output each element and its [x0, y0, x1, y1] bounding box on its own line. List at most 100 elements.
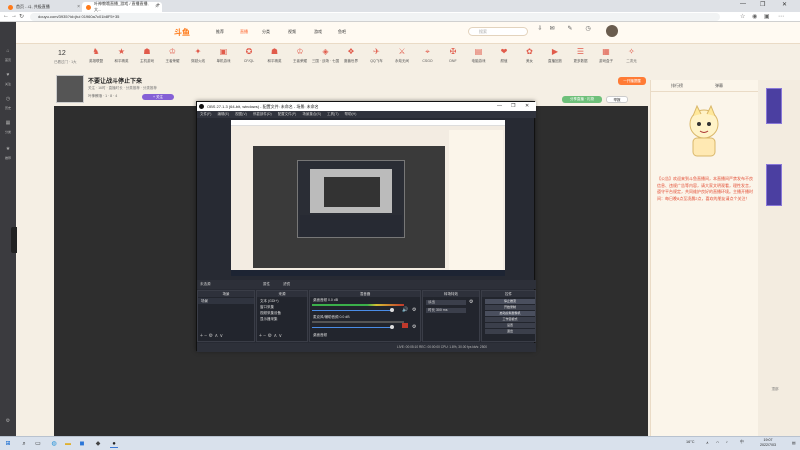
- properties-button[interactable]: 属性: [263, 280, 270, 289]
- obs-menu-item[interactable]: 配置文件(P): [278, 112, 297, 116]
- menu-icon[interactable]: ⋯: [778, 13, 784, 20]
- follow-icon[interactable]: ♥: [3, 72, 13, 82]
- history-icon[interactable]: ◷: [582, 25, 594, 35]
- stop-streaming-button[interactable]: 停止推流: [485, 299, 535, 304]
- volume-slider[interactable]: [312, 310, 392, 311]
- tray-up-icon[interactable]: ∧: [706, 440, 709, 445]
- obs-menu-item[interactable]: 帮助(H): [345, 112, 357, 116]
- obs-preview[interactable]: [231, 120, 505, 276]
- category-item[interactable]: ♔ 王者荣耀: [286, 47, 314, 64]
- collections-icon[interactable]: ▣: [764, 13, 770, 20]
- settings-button[interactable]: 设置: [485, 323, 535, 328]
- scene-item[interactable]: 场景: [201, 299, 208, 304]
- category-item[interactable]: ☗ 和平精英: [261, 47, 289, 64]
- store-icon[interactable]: ◼: [78, 440, 86, 448]
- volume-slider-knob[interactable]: [390, 308, 394, 312]
- mixer-gear-icon[interactable]: ⚙: [412, 307, 416, 313]
- douyu-logo[interactable]: 斗鱼: [174, 27, 190, 38]
- category-item[interactable]: ❖ 魔兽世界: [337, 47, 365, 64]
- obs-menu-item[interactable]: 场景集合(S): [302, 112, 321, 116]
- remind-button[interactable]: 一开播提醒: [618, 77, 646, 85]
- settings-icon[interactable]: ⚙: [3, 418, 13, 428]
- profile-icon[interactable]: ◉: [752, 13, 757, 20]
- network-icon[interactable]: ◠: [716, 440, 719, 445]
- category-item[interactable]: ✧ 二次元: [618, 47, 646, 64]
- source-item[interactable]: 视频采集设备: [260, 311, 281, 316]
- taskbar-clock[interactable]: 19:07 2022/7/03: [760, 438, 776, 448]
- nav-recommend[interactable]: 直播: [240, 29, 248, 35]
- history-icon[interactable]: ◷: [3, 96, 13, 106]
- collapse-rail-handle[interactable]: [11, 227, 17, 253]
- source-item[interactable]: 显示器采集: [260, 317, 278, 322]
- start-recording-button[interactable]: 开始录制: [485, 305, 535, 310]
- search-input[interactable]: 搜索: [468, 27, 528, 36]
- edge-icon[interactable]: ◍: [50, 440, 58, 448]
- source-add-remove-controls[interactable]: + − ⚙ ∧ ∨: [259, 333, 282, 339]
- speaker-icon[interactable]: 🔊: [402, 307, 408, 313]
- volume-slider-knob[interactable]: [390, 325, 394, 329]
- close-window-button[interactable]: ✕: [782, 1, 787, 8]
- weather-widget[interactable]: 16°C: [686, 440, 694, 444]
- transition-gear-icon[interactable]: ⚙: [469, 299, 473, 305]
- filters-button[interactable]: 滤镜: [283, 280, 290, 289]
- category-item[interactable]: ◈ 三国 · 战场 · 七国: [312, 47, 340, 64]
- reload-icon[interactable]: ↻: [19, 13, 24, 20]
- tab-douyu-home[interactable]: 首页 - 斗, 共极直播 ×: [4, 2, 84, 12]
- obs-menu-item[interactable]: 视图(V): [235, 112, 247, 116]
- tab-danmaku[interactable]: 弹幕: [715, 83, 723, 89]
- forward-icon[interactable]: →: [11, 13, 17, 19]
- category-icon[interactable]: ▦: [3, 120, 13, 130]
- chat-app-icon[interactable]: ◆: [94, 440, 102, 448]
- home-icon[interactable]: ⌂: [3, 48, 13, 58]
- back-icon[interactable]: ←: [3, 13, 9, 19]
- category-item[interactable]: ▤ 电脑游戏: [465, 47, 493, 64]
- back-to-top-button[interactable]: 顶部: [768, 387, 782, 397]
- category-item[interactable]: ♞ 英雄联盟: [82, 47, 110, 64]
- url-field[interactable]: douyu.com/3935?id=jtui 01960a7c01b8F5+35: [30, 13, 720, 21]
- category-item[interactable]: ☗ 主机游戏: [133, 47, 161, 64]
- category-item[interactable]: ☰ 更多数据: [567, 47, 595, 64]
- category-item[interactable]: ❤ 颜值: [490, 47, 518, 64]
- studio-mode-button[interactable]: 工作室模式: [485, 317, 535, 322]
- category-item[interactable]: ★ 和平精英: [108, 47, 136, 64]
- volume-icon[interactable]: ♪: [726, 440, 728, 444]
- obs-menu-item[interactable]: 停靠部件(D): [253, 112, 272, 116]
- search-icon[interactable]: ⌕: [20, 440, 28, 448]
- streamer-avatar[interactable]: [56, 75, 84, 103]
- report-button[interactable]: 举报: [606, 96, 628, 103]
- download-icon[interactable]: ⇩: [534, 25, 546, 35]
- follow-button[interactable]: + 关注: [142, 94, 174, 100]
- obs-minimize-button[interactable]: —: [497, 102, 502, 111]
- minimize-button[interactable]: —: [740, 1, 746, 7]
- recommend-icon[interactable]: ★: [3, 146, 13, 156]
- tab-rank[interactable]: 排行榜: [671, 83, 683, 89]
- new-tab-button[interactable]: +: [156, 2, 160, 9]
- category-item[interactable]: ✈ QQ飞车: [363, 47, 391, 64]
- scene-add-remove-controls[interactable]: + − ⚙ ∧ ∨: [200, 333, 223, 339]
- nav-home[interactable]: 推荐: [216, 29, 224, 35]
- share-button[interactable]: 分享直播 · 礼物: [562, 96, 602, 103]
- obs-menu-item[interactable]: 编辑(E): [217, 112, 229, 116]
- maximize-button[interactable]: ❐: [760, 1, 765, 8]
- category-item[interactable]: ⚔ 永劫无间: [388, 47, 416, 64]
- windows-start-icon[interactable]: ⊞: [4, 440, 12, 448]
- extension-icon[interactable]: ☆: [740, 13, 745, 20]
- tab-douyu-room[interactable]: 叶神教哦直播_游戏 / 直播直播, 大... ×: [82, 1, 162, 12]
- gift-icon[interactable]: ✉: [546, 25, 558, 35]
- obs-menu-item[interactable]: 工具(T): [327, 112, 338, 116]
- nav-category[interactable]: 分类: [262, 29, 270, 35]
- virtual-camera-button[interactable]: 启动虚拟摄像机: [485, 311, 535, 316]
- nav-game[interactable]: 游戏: [314, 29, 322, 35]
- input-lang[interactable]: 中: [740, 440, 744, 445]
- source-item[interactable]: 窗口采集: [260, 305, 274, 310]
- category-item[interactable]: ✿ 美女: [516, 47, 544, 64]
- category-item[interactable]: ▣ 单机游戏: [210, 47, 238, 64]
- close-tab-icon[interactable]: ×: [77, 4, 80, 10]
- obs-maximize-button[interactable]: ❐: [511, 102, 515, 111]
- category-item[interactable]: ✦ 穿越火线: [184, 47, 212, 64]
- category-item[interactable]: ▦ 游戏盒子: [592, 47, 620, 64]
- nav-video[interactable]: 视频: [288, 29, 296, 35]
- category-item[interactable]: ♔ 王者荣耀: [159, 47, 187, 64]
- category-item[interactable]: ⌖ CSGO: [414, 47, 442, 63]
- promo-banner[interactable]: [766, 88, 782, 124]
